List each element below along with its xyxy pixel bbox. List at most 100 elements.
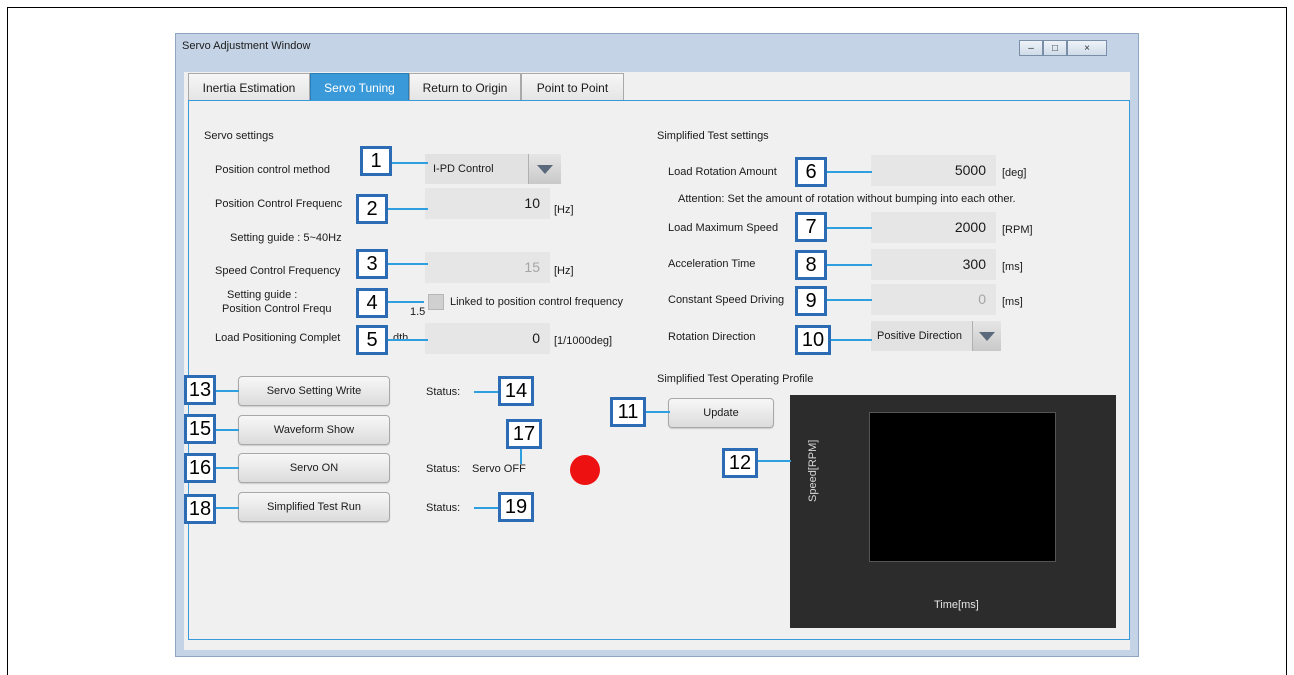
max-speed-label: Load Maximum Speed (668, 222, 779, 234)
button-label: Simplified Test Run (267, 501, 361, 513)
max-speed-unit: [RPM] (1002, 224, 1033, 236)
servo-status-led (570, 455, 600, 485)
servo-status-value: Servo OFF (472, 463, 526, 475)
update-button[interactable]: Update (668, 398, 774, 428)
callout-line (474, 507, 500, 509)
maximize-icon[interactable]: □ (1043, 40, 1067, 56)
load-positioning-label: Load Positioning Complet (215, 332, 341, 344)
acceleration-time-unit: [ms] (1002, 261, 1023, 273)
write-status-label: Status: (426, 386, 461, 398)
callout-line (213, 390, 239, 392)
callout-7: 7 (795, 212, 827, 242)
plot-y-label: Speed[RPM] (807, 439, 819, 502)
position-setting-guide: Setting guide : 5~40Hz (230, 232, 342, 244)
position-control-method-select[interactable]: I-PD Control (425, 154, 561, 184)
position-control-frequency-input[interactable]: 10 (425, 188, 550, 219)
tab-label: Servo Tuning (324, 80, 395, 95)
callout-line (385, 339, 428, 341)
callout-5: 5 (356, 325, 388, 355)
position-control-frequency-label: Position Control Frequenc (215, 198, 343, 210)
callout-line (829, 339, 872, 341)
speed-control-frequency-label: Speed Control Frequency (215, 265, 341, 277)
servo-on-button[interactable]: Servo ON (238, 453, 390, 483)
profile-heading: Simplified Test Operating Profile (657, 373, 814, 385)
callout-10: 10 (795, 325, 831, 355)
position-control-method-label: Position control method (215, 164, 330, 176)
close-icon[interactable]: × (1067, 40, 1107, 56)
callout-15: 15 (184, 414, 216, 444)
callout-line (213, 429, 239, 431)
rotation-direction-value: Positive Direction (877, 330, 962, 342)
speed-frequency-unit: [Hz] (554, 265, 574, 277)
linked-frequency-label: Linked to position control frequency (450, 296, 624, 308)
load-positioning-input[interactable]: 0 (425, 323, 550, 354)
servo-setting-write-button[interactable]: Servo Setting Write (238, 376, 390, 406)
callout-19: 19 (498, 492, 534, 522)
tab-return-to-origin[interactable]: Return to Origin (409, 73, 521, 101)
speed-guide-multiplier: 1.5 (410, 306, 426, 318)
callout-line (213, 467, 239, 469)
position-control-method-value: I-PD Control (433, 163, 494, 175)
speed-control-frequency-input[interactable]: 15 (425, 252, 550, 283)
callout-line (474, 391, 500, 393)
acceleration-time-input[interactable]: 300 (871, 249, 996, 280)
load-rotation-label: Load Rotation Amount (668, 166, 777, 178)
speed-setting-guide-line1: Setting guide : (227, 289, 298, 301)
button-label: Update (703, 407, 739, 419)
tab-point-to-point[interactable]: Point to Point (521, 73, 624, 101)
acceleration-time-label: Acceleration Time (668, 258, 756, 270)
callout-line (755, 460, 791, 462)
constant-speed-unit: [ms] (1002, 296, 1023, 308)
callout-3: 3 (356, 249, 388, 279)
minimize-icon[interactable]: – (1019, 40, 1043, 56)
simplified-test-run-button[interactable]: Simplified Test Run (238, 492, 390, 522)
position-frequency-unit: [Hz] (554, 204, 574, 216)
callout-2: 2 (356, 194, 388, 224)
callout-1: 1 (360, 146, 392, 176)
rotation-direction-select[interactable]: Positive Direction (871, 321, 1001, 351)
callout-line (386, 208, 428, 210)
callout-11: 11 (610, 397, 646, 427)
plot-area (869, 412, 1056, 562)
callout-18: 18 (184, 494, 216, 524)
plot-x-label: Time[ms] (934, 599, 979, 611)
callout-17: 17 (506, 419, 542, 449)
window-title: Servo Adjustment Window (182, 40, 311, 52)
load-rotation-input[interactable]: 5000 (871, 155, 996, 186)
servo-settings-heading: Servo settings (204, 130, 274, 142)
tab-servo-tuning[interactable]: Servo Tuning (310, 73, 409, 101)
callout-line (388, 301, 424, 303)
max-speed-input[interactable]: 2000 (871, 212, 996, 243)
test-settings-heading: Simplified Test settings (657, 130, 769, 142)
callout-8: 8 (795, 250, 827, 280)
test-run-status-label: Status: (426, 502, 461, 514)
waveform-show-button[interactable]: Waveform Show (238, 415, 390, 445)
servo-status-label: Status: (426, 463, 461, 475)
button-label: Waveform Show (273, 424, 355, 436)
button-label: Servo ON (289, 462, 339, 474)
tab-label: Inertia Estimation (202, 80, 296, 95)
callout-6: 6 (795, 157, 827, 187)
callout-line (213, 507, 239, 509)
callout-4: 4 (356, 288, 388, 318)
chevron-down-icon[interactable] (528, 154, 561, 184)
chevron-down-icon[interactable] (972, 321, 1001, 351)
callout-16: 16 (184, 453, 216, 483)
tab-inertia-estimation[interactable]: Inertia Estimation (188, 73, 310, 101)
callout-line (824, 299, 872, 301)
constant-speed-input[interactable]: 0 (871, 284, 996, 315)
callout-line (520, 448, 522, 464)
tab-label: Point to Point (536, 80, 609, 95)
button-label: Servo Setting Write (266, 385, 362, 397)
speed-setting-guide-line2: Position Control Frequ (222, 303, 332, 315)
linked-frequency-checkbox[interactable] (428, 294, 444, 310)
callout-line (385, 263, 428, 265)
constant-speed-label: Constant Speed Driving (668, 294, 785, 306)
load-positioning-unit: [1/1000deg] (554, 335, 613, 347)
callout-13: 13 (184, 375, 216, 405)
callout-line (392, 162, 428, 164)
callout-line (824, 264, 872, 266)
callout-9: 9 (795, 286, 827, 316)
load-positioning-label-tail: dth (393, 332, 409, 344)
load-rotation-unit: [deg] (1002, 167, 1027, 179)
